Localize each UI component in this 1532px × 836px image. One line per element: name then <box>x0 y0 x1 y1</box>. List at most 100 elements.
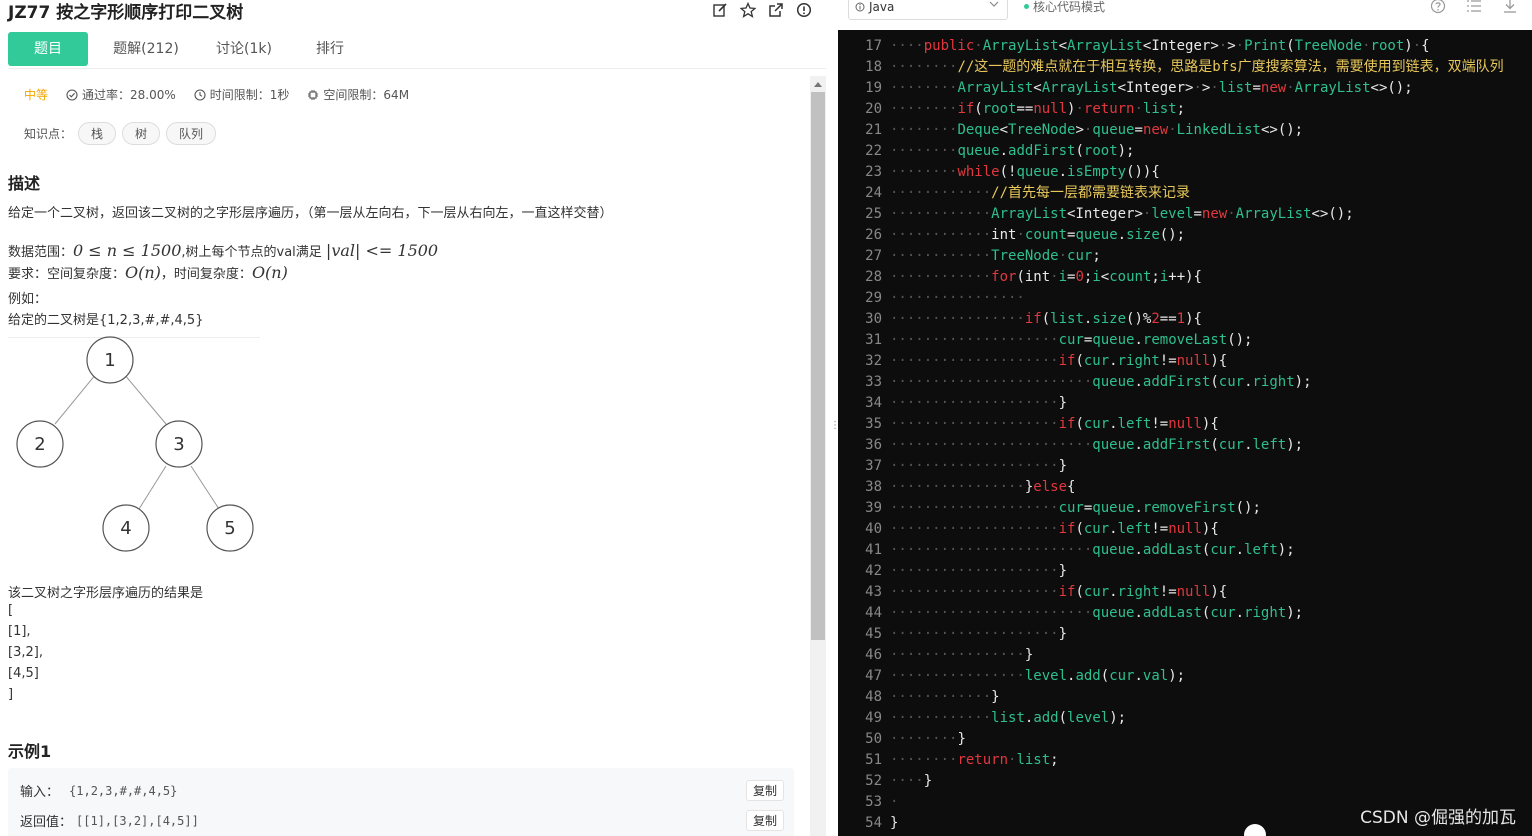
scroll-up-arrow-icon[interactable] <box>810 76 826 92</box>
code-line[interactable]: 31 ····················cur=queue.removeLa… <box>838 330 1532 351</box>
code-line[interactable]: 40 ····················if(cur.left!=null)… <box>838 519 1532 540</box>
code-line[interactable]: 23 ········while(!queue.isEmpty()){ <box>838 162 1532 183</box>
code-line[interactable]: 25 ············ArrayList<Integer>·level=n… <box>838 204 1532 225</box>
line-number: 53 <box>865 794 882 810</box>
input-label: 输入： <box>20 785 60 800</box>
output-label: 返回值： <box>20 815 73 830</box>
line-number: 42 <box>865 563 882 579</box>
line-number: 39 <box>865 500 882 516</box>
tree-node-label: 4 <box>120 518 131 539</box>
scrollbar-thumb[interactable] <box>811 92 825 640</box>
pass-rate: 通过率：28.00% <box>66 86 176 103</box>
code-line[interactable]: 26 ············int·count=queue.size(); <box>838 225 1532 246</box>
line-number: 46 <box>865 647 882 663</box>
code-line[interactable]: 48 ············} <box>838 687 1532 708</box>
example-input-row: 输入： {1,2,3,#,#,4,5} <box>20 781 178 801</box>
tree-node-label: 5 <box>224 518 235 539</box>
problem-header: JZ77 按之字形顺序打印二叉树 <box>8 0 828 23</box>
tab-solutions[interactable]: 题解(212) <box>94 32 198 66</box>
code-line[interactable]: 45 ····················} <box>838 624 1532 645</box>
code-line[interactable]: 39 ····················cur=queue.removeFi… <box>838 498 1532 519</box>
code-line[interactable]: 36 ························queue.addFirst… <box>838 435 1532 456</box>
code-line[interactable]: 47 ················level.add(cur.val); <box>838 666 1532 687</box>
help-icon[interactable] <box>1430 0 1446 14</box>
editor-tools <box>1430 0 1518 14</box>
tab-problem[interactable]: 题目 <box>8 32 88 66</box>
line-number: 19 <box>865 80 882 96</box>
edit-icon[interactable] <box>712 2 728 18</box>
code-line[interactable]: 18 ········//这一题的难点就在于相互转换，思路是bfs广度搜索算法，需… <box>838 57 1532 78</box>
report-icon[interactable] <box>796 2 812 18</box>
code-line[interactable]: 46 ················} <box>838 645 1532 666</box>
input-value: {1,2,3,#,#,4,5} <box>69 783 178 798</box>
line-number: 36 <box>865 437 882 453</box>
code-text: ················if(list.size()%2==1){ <box>890 311 1202 327</box>
code-line[interactable]: 27 ············TreeNode·cur; <box>838 246 1532 267</box>
code-line[interactable]: 32 ····················if(cur.right!=null… <box>838 351 1532 372</box>
code-text: ····················cur=queue.removeFirs… <box>890 500 1261 516</box>
code-text: } <box>890 815 899 831</box>
tag-queue[interactable]: 队列 <box>166 122 217 145</box>
code-line[interactable]: 28 ············for(int·i=0;i<count;i++){ <box>838 267 1532 288</box>
tag-tree[interactable]: 树 <box>122 122 161 145</box>
description-text: 给定一个二叉树，返回该二叉树的之字形层序遍历，（第一层从左向右，下一层从右向左，… <box>8 206 613 221</box>
code-text: ········ArrayList<ArrayList<Integer>·>·l… <box>890 80 1413 96</box>
pane-resize-handle[interactable]: ⋮ <box>826 0 840 836</box>
star-icon[interactable] <box>739 1 757 18</box>
code-line[interactable]: 22 ········queue.addFirst(root); <box>838 141 1532 162</box>
tab-ranking[interactable]: 排行 <box>290 32 370 66</box>
download-icon[interactable] <box>1502 0 1518 14</box>
code-text: ························queue.addFirst(c… <box>890 374 1312 390</box>
list-icon[interactable] <box>1466 0 1482 14</box>
problem-content: 中等 通过率：28.00% 时间限制：1秒 空间限制：64M 知识点： 栈 树 … <box>8 70 808 836</box>
code-line[interactable]: 41 ························queue.addLast(… <box>838 540 1532 561</box>
code-line[interactable]: 37 ····················} <box>838 456 1532 477</box>
watermark: CSDN @倔强的加瓦 <box>1360 808 1516 828</box>
code-line[interactable]: 30 ················if(list.size()%2==1){ <box>838 309 1532 330</box>
code-line[interactable]: 51 ········return·list; <box>838 750 1532 771</box>
code-text: ············int·count=queue.size(); <box>890 227 1186 243</box>
code-text: ········if(root==null)·return·list; <box>890 101 1186 117</box>
code-line[interactable]: 21 ········Deque<TreeNode>·queue=new·Link… <box>838 120 1532 141</box>
language-select[interactable]: Java <box>848 0 1008 20</box>
line-number: 21 <box>865 122 882 138</box>
code-line[interactable]: 44 ························queue.addLast(… <box>838 603 1532 624</box>
result-line: [4,5] <box>8 666 39 681</box>
copy-output-button[interactable]: 复制 <box>745 810 784 831</box>
code-line[interactable]: 17 ····public·ArrayList<ArrayList<Integer… <box>838 36 1532 57</box>
header-actions <box>712 1 812 18</box>
code-line[interactable]: 49 ············list.add(level); <box>838 708 1532 729</box>
editor-toolbar: Java 核心代码模式 <box>838 0 1532 30</box>
code-line[interactable]: 52 ····} <box>838 771 1532 792</box>
line-number: 47 <box>865 668 882 684</box>
code-line[interactable]: 35 ····················if(cur.left!=null)… <box>838 414 1532 435</box>
code-text: ························queue.addLast(cu… <box>890 542 1295 558</box>
share-icon[interactable] <box>768 2 784 18</box>
line-number: 40 <box>865 521 882 537</box>
code-line[interactable]: 29 ················ <box>838 288 1532 309</box>
problem-scrollbar[interactable] <box>810 76 826 836</box>
code-editor[interactable]: 17 ····public·ArrayList<ArrayList<Integer… <box>838 30 1532 836</box>
line-number: 20 <box>865 101 882 117</box>
tree-node-label: 1 <box>104 350 115 371</box>
line-number: 34 <box>865 395 882 411</box>
code-line[interactable]: 38 ················}else{ <box>838 477 1532 498</box>
tag-stack[interactable]: 栈 <box>78 122 117 145</box>
code-line[interactable]: 34 ····················} <box>838 393 1532 414</box>
code-text: ····} <box>890 773 933 789</box>
code-text: ····················cur=queue.removeLast… <box>890 332 1253 348</box>
line-number: 23 <box>865 164 882 180</box>
line-number: 38 <box>865 479 882 495</box>
copy-input-button[interactable]: 复制 <box>745 780 784 801</box>
tree-given-text: 给定的二叉树是{1,2,3,#,#,4,5} <box>8 313 204 328</box>
code-line[interactable]: 20 ········if(root==null)·return·list; <box>838 99 1532 120</box>
code-line[interactable]: 42 ····················} <box>838 561 1532 582</box>
tab-discussion[interactable]: 讨论(1k) <box>204 32 284 66</box>
code-text: ············ArrayList<Integer>·level=new… <box>890 206 1354 222</box>
code-line[interactable]: 43 ····················if(cur.right!=null… <box>838 582 1532 603</box>
code-line[interactable]: 33 ························queue.addFirst… <box>838 372 1532 393</box>
code-line[interactable]: 19 ········ArrayList<ArrayList<Integer>·>… <box>838 78 1532 99</box>
line-number: 49 <box>865 710 882 726</box>
code-line[interactable]: 50 ········} <box>838 729 1532 750</box>
code-line[interactable]: 24 ············//首先每一层都需要链表来记录 <box>838 183 1532 204</box>
